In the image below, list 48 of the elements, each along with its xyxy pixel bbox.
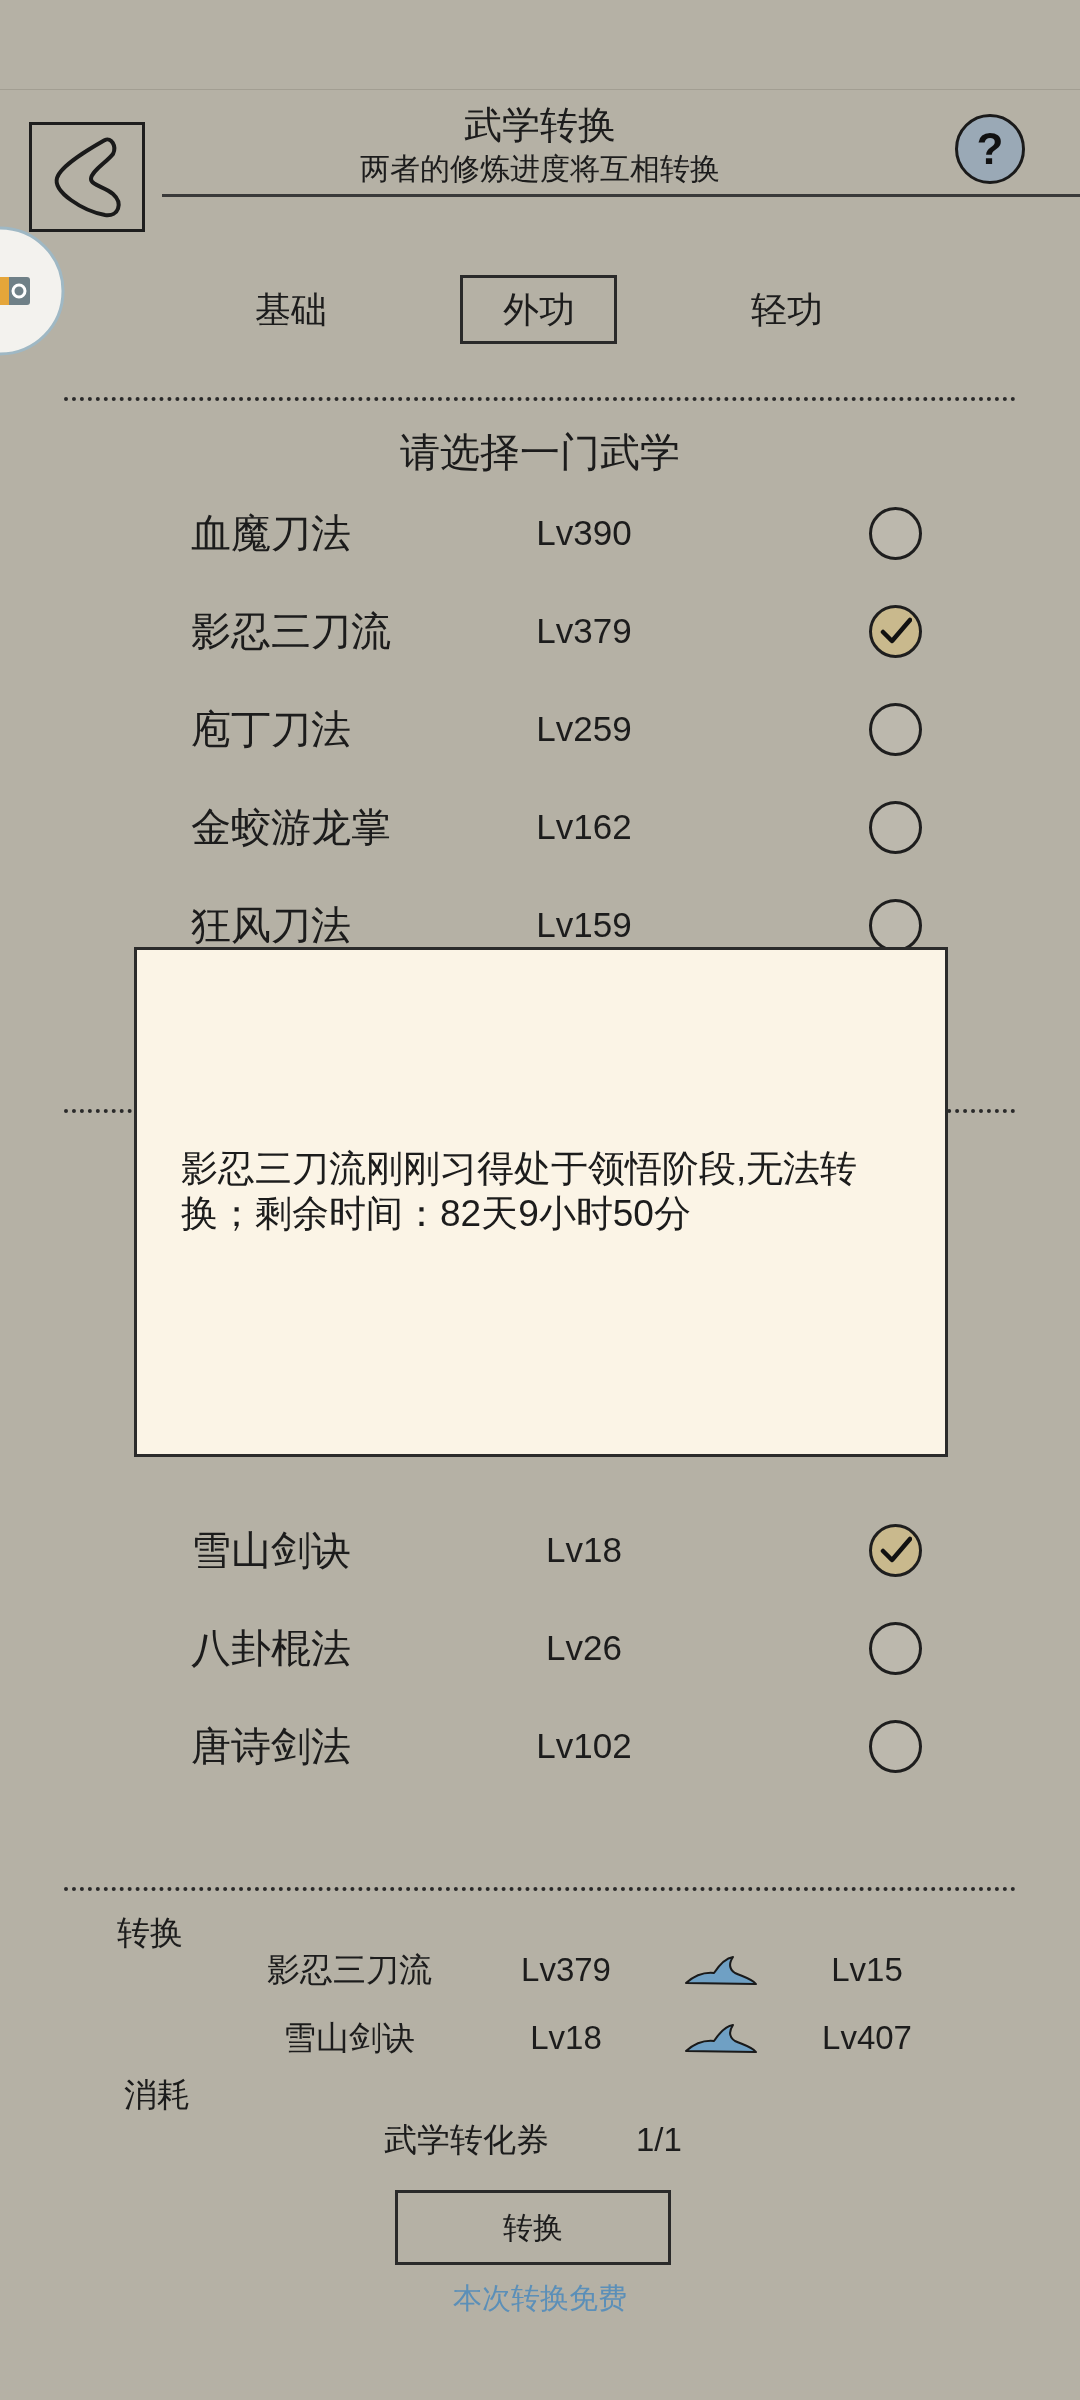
level-before: Lv18 [530,2019,602,2057]
skill-name: 八卦棍法 [191,1626,351,1670]
skill-name: 血魔刀法 [191,511,351,555]
radio-button[interactable] [869,1719,922,1773]
swoosh-arrow-icon [684,1954,758,1986]
skill-level: Lv379 [536,610,632,652]
free-note: 本次转换免费 [453,2281,627,2315]
item-count: 1/1 [636,2122,682,2158]
section-label: 转换 [117,1915,183,1951]
radio-button[interactable] [869,800,922,854]
conversion-skill-name: 影忍三刀流 [266,1951,432,1989]
list-heading: 请选择一门武学 [400,429,680,476]
radio-button[interactable] [869,702,922,756]
check-icon [879,617,912,645]
radio-button[interactable] [869,1621,922,1675]
radio-button[interactable] [869,604,922,658]
section-label: 消耗 [124,2077,190,2113]
radio-button[interactable] [869,1523,922,1577]
skill-name: 雪山剑诀 [191,1528,351,1572]
skill-level: Lv102 [536,1725,632,1767]
help-button[interactable]: ? [955,114,1025,184]
conversion-skill-name: 雪山剑诀 [283,2019,415,2057]
level-before: Lv379 [521,1951,611,1989]
skill-name: 庖丁刀法 [191,707,351,751]
level-after: Lv407 [822,2019,912,2057]
skill-name: 影忍三刀流 [191,609,391,653]
skill-level: Lv26 [546,1627,622,1669]
skill-level: Lv390 [536,512,632,554]
dialog-message: 影忍三刀流刚刚习得处于领悟阶段,无法转换；剩余时间：82天9小时50分 [181,1147,859,1236]
skill-level: Lv162 [536,806,632,848]
skill-level: Lv159 [536,904,632,946]
page-title: 武学转换 [463,104,616,146]
convert-button[interactable]: 转换 [395,2190,671,2265]
swoosh-arrow-icon [684,2022,758,2054]
skill-name: 唐诗剑法 [191,1724,351,1768]
check-icon [879,1536,912,1564]
category-tab[interactable]: 外功 [460,275,617,344]
back-button[interactable] [29,122,145,232]
item-name: 武学转化券 [384,2122,549,2158]
skill-level: Lv18 [546,1529,622,1571]
radio-button[interactable] [869,506,922,560]
skill-name: 狂风刀法 [191,903,351,947]
page-subtitle: 两者的修炼进度将互相转换 [359,151,720,187]
skill-name: 金蛟游龙掌 [191,805,391,849]
level-after: Lv15 [831,1951,903,1989]
skill-level: Lv259 [536,708,632,750]
category-tab[interactable]: 轻功 [708,275,865,344]
category-tab[interactable]: 基础 [212,275,369,344]
